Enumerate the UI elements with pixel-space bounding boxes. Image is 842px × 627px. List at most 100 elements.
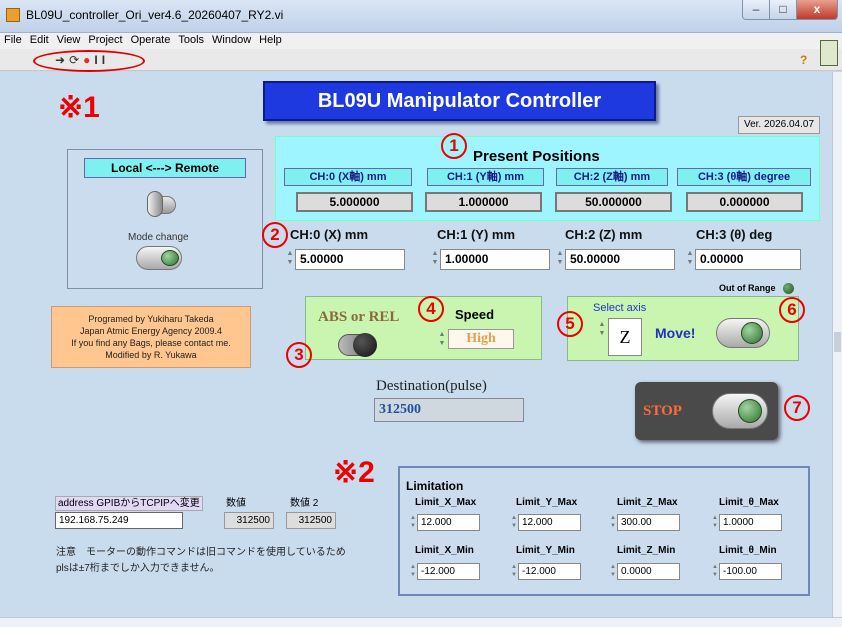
run-continuous-icon[interactable]: ⟳: [69, 53, 83, 67]
target-ch1-spinner-icon[interactable]: ▲ ▼: [431, 249, 439, 269]
close-button[interactable]: x: [796, 0, 838, 20]
menu-file[interactable]: File: [0, 33, 26, 46]
abs-rel-toggle[interactable]: [338, 333, 377, 357]
toggle-knob: [353, 333, 377, 357]
present-ch1-value: 1.000000: [425, 192, 542, 212]
annotation-circle-6: 6: [779, 297, 805, 323]
present-ch2-label: CH:2 (Z軸) mm: [556, 168, 668, 186]
labview-vi-icon: [6, 8, 20, 22]
mode-change-button[interactable]: [136, 246, 182, 270]
speed-label: Speed: [455, 307, 495, 322]
out-of-range-led-icon: [783, 283, 794, 294]
limit-theta-min-input[interactable]: -100.00: [719, 563, 782, 580]
context-help-icon[interactable]: ?: [800, 53, 807, 67]
limit-theta-max-input[interactable]: 1.0000: [719, 514, 782, 531]
present-ch3-value: 0.000000: [686, 192, 803, 212]
present-ch0-value: 5.000000: [296, 192, 413, 212]
axis-spinner-icon[interactable]: ▲ ▼: [598, 320, 606, 340]
axis-select[interactable]: Z: [608, 318, 642, 356]
scrollbar-thumb[interactable]: [834, 332, 841, 352]
target-ch2-input[interactable]: 50.00000: [565, 249, 675, 270]
menu-tools[interactable]: Tools: [174, 33, 208, 46]
limit-x-max-input[interactable]: 12.000: [417, 514, 480, 531]
target-ch0-input[interactable]: 5.00000: [295, 249, 405, 270]
menu-operate[interactable]: Operate: [127, 33, 175, 46]
run-arrow-icon[interactable]: ➜: [55, 53, 69, 67]
local-remote-toggle[interactable]: [147, 191, 176, 217]
limit-theta-max-label: Limit_θ_Max: [719, 497, 779, 508]
numeric2-label: 数値 2: [290, 498, 319, 509]
command-note-line-2: plsは±7桁までしか入力できません。: [56, 563, 220, 574]
speed-select[interactable]: High: [448, 329, 514, 349]
limit-z-max-spinner-icon[interactable]: ▲ ▼: [609, 514, 617, 531]
speed-spinner-icon[interactable]: ▲ ▼: [438, 330, 446, 350]
menu-project[interactable]: Project: [84, 33, 126, 46]
limit-z-max-label: Limit_Z_Max: [617, 497, 678, 508]
limit-x-min-label: Limit_X_Min: [415, 545, 474, 556]
limit-x-min-spinner-icon[interactable]: ▲ ▼: [409, 563, 417, 580]
limit-x-max-spinner-icon[interactable]: ▲ ▼: [409, 514, 417, 531]
limit-y-max-input[interactable]: 12.000: [518, 514, 581, 531]
toggle-knob: [147, 191, 163, 217]
numeric-label: 数値: [226, 498, 246, 509]
limit-theta-min-spinner-icon[interactable]: ▲ ▼: [711, 563, 719, 580]
address-input[interactable]: 192.168.75.249: [55, 512, 183, 529]
target-ch1-label: CH:1 (Y) mm: [437, 227, 516, 242]
out-of-range-label: Out of Range: [719, 283, 776, 293]
menu-help[interactable]: Help: [255, 33, 286, 46]
annotation-circle-1: 1: [441, 133, 467, 159]
credit-line-4: Modified by R. Yukawa: [105, 350, 197, 360]
limit-z-min-spinner-icon[interactable]: ▲ ▼: [609, 563, 617, 580]
target-ch2-label: CH:2 (Z) mm: [565, 227, 643, 242]
stop-button[interactable]: [712, 393, 768, 429]
menu-edit[interactable]: Edit: [26, 33, 53, 46]
limitation-title: Limitation: [406, 479, 464, 493]
toolbar-run-controls: ➜⟳●II: [55, 53, 109, 67]
annotation-circle-7: 7: [784, 395, 810, 421]
address-label: address GPIBからTCPIPへ変更: [55, 496, 203, 511]
limit-z-min-input[interactable]: 0.0000: [617, 563, 680, 580]
target-ch1-input[interactable]: 1.00000: [440, 249, 550, 270]
app-title-banner: BL09U Manipulator Controller: [263, 81, 656, 121]
mode-led-icon: [161, 250, 179, 266]
credit-box: Programed by Yukiharu Takeda Japan Atmic…: [51, 306, 251, 368]
limit-x-min-input[interactable]: -12.000: [417, 563, 480, 580]
vertical-scrollbar[interactable]: [832, 72, 842, 617]
maximize-button[interactable]: □: [769, 0, 797, 20]
mode-change-label: Mode change: [128, 232, 189, 243]
horizontal-scrollbar[interactable]: [0, 617, 842, 627]
limit-y-min-spinner-icon[interactable]: ▲ ▼: [510, 563, 518, 580]
minimize-button[interactable]: –: [742, 0, 770, 20]
target-ch0-spinner-icon[interactable]: ▲ ▼: [286, 249, 294, 269]
limit-y-min-input[interactable]: -12.000: [518, 563, 581, 580]
menu-window[interactable]: Window: [208, 33, 255, 46]
present-ch2-value: 50.000000: [555, 192, 672, 212]
target-ch3-input[interactable]: 0.00000: [695, 249, 801, 270]
numeric-value: 312500: [224, 512, 274, 529]
limit-x-max-label: Limit_X_Max: [415, 497, 477, 508]
move-button[interactable]: [716, 318, 770, 348]
target-ch2-spinner-icon[interactable]: ▲ ▼: [556, 249, 564, 269]
pause-icon[interactable]: II: [94, 53, 109, 67]
limit-y-min-label: Limit_Y_Min: [516, 545, 575, 556]
limit-y-max-spinner-icon[interactable]: ▲ ▼: [510, 514, 518, 531]
target-ch3-label: CH:3 (θ) deg: [696, 227, 773, 242]
limit-theta-max-spinner-icon[interactable]: ▲ ▼: [711, 514, 719, 531]
limit-z-max-input[interactable]: 300.00: [617, 514, 680, 531]
destination-label: Destination(pulse): [376, 378, 487, 394]
menu-bar: File Edit View Project Operate Tools Window Hel…: [0, 33, 842, 49]
stop-label: STOP: [643, 403, 682, 419]
limit-y-max-label: Limit_Y_Max: [516, 497, 578, 508]
annotation-note-2: ※2: [333, 456, 375, 489]
vi-connector-icon: [820, 40, 838, 66]
target-ch0-label: CH:0 (X) mm: [290, 227, 369, 242]
annotation-circle-3: 3: [286, 342, 312, 368]
stop-led-icon: [738, 399, 762, 423]
present-positions-title: Present Positions: [473, 148, 600, 165]
abort-icon[interactable]: ●: [83, 53, 94, 67]
menu-view[interactable]: View: [53, 33, 85, 46]
credit-line-1: Programed by Yukiharu Takeda: [88, 314, 214, 324]
limit-z-min-label: Limit_Z_Min: [617, 545, 676, 556]
target-ch3-spinner-icon[interactable]: ▲ ▼: [686, 249, 694, 269]
annotation-circle-2: 2: [262, 222, 288, 248]
